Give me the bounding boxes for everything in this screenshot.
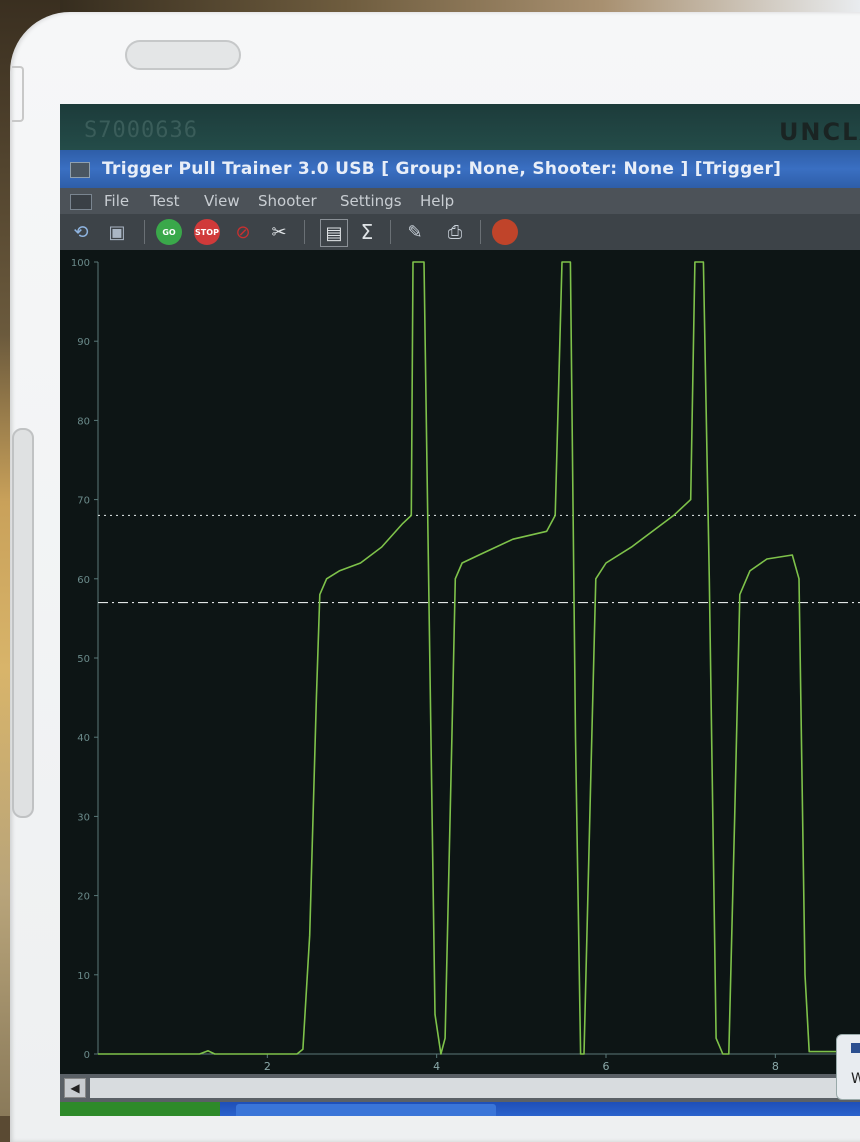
record-icon[interactable]: [492, 219, 518, 245]
classification-right: UNCLA: [778, 118, 860, 146]
menu-bar: File Test View Shooter Settings Help: [60, 188, 860, 214]
notification-popup[interactable]: W: [836, 1034, 860, 1100]
speaker-grille: [125, 40, 241, 70]
scroll-track[interactable]: [90, 1078, 860, 1098]
toolbar-separator: [304, 220, 305, 244]
cancel-icon[interactable]: ⊘: [230, 219, 256, 245]
go-icon[interactable]: GO: [156, 219, 182, 245]
y-tick-label: 40: [77, 733, 90, 744]
stop-icon[interactable]: STOP: [194, 219, 220, 245]
y-tick-label: 80: [77, 416, 90, 427]
x-tick-label: 4: [433, 1060, 440, 1073]
start-button[interactable]: [60, 1102, 220, 1116]
toolbar-separator: [144, 220, 145, 244]
window-icon: [851, 1043, 860, 1053]
y-tick-label: 70: [77, 496, 90, 507]
save-icon[interactable]: ▣: [104, 219, 130, 245]
laptop-screen: S7000636 UNCLA Trigger Pull Trainer 3.0 …: [60, 104, 860, 1116]
popup-label: W: [851, 1071, 860, 1087]
classification-banner: S7000636 UNCLA: [60, 104, 860, 150]
system-menu-icon[interactable]: [70, 194, 92, 210]
tools-icon[interactable]: ✂: [266, 219, 292, 245]
classification-left: S7000636: [84, 118, 198, 143]
horizontal-scrollbar[interactable]: ◀: [60, 1074, 860, 1102]
bezel-side-slot: [12, 428, 34, 818]
toolbar-separator: [390, 220, 391, 244]
y-tick-label: 60: [77, 575, 90, 586]
display-icon[interactable]: ▤: [320, 219, 348, 247]
y-tick-label: 20: [77, 892, 90, 903]
series-line: [98, 261, 860, 1055]
app-icon: [70, 162, 90, 178]
print-icon[interactable]: ⎙: [442, 219, 468, 245]
menu-settings[interactable]: Settings: [340, 192, 402, 210]
y-tick-label: 90: [77, 337, 90, 348]
y-tick-label: 30: [77, 812, 90, 823]
y-tick-label: 100: [71, 258, 90, 269]
open-icon[interactable]: ⟲: [68, 219, 94, 245]
sigma-icon[interactable]: Σ: [354, 219, 380, 245]
menu-test[interactable]: Test: [150, 192, 180, 210]
y-tick-label: 50: [77, 654, 90, 665]
toolbar: ⟲ ▣ GO STOP ⊘ ✂ ▤ Σ ✎ ⎙: [60, 214, 860, 251]
scroll-left-icon[interactable]: ◀: [64, 1078, 86, 1098]
menu-help[interactable]: Help: [420, 192, 454, 210]
window-title: Trigger Pull Trainer 3.0 USB [ Group: No…: [102, 159, 782, 179]
chat-icon[interactable]: ✎: [402, 219, 428, 245]
bezel-latch: [12, 66, 24, 122]
y-tick-label: 0: [84, 1050, 90, 1061]
menu-view[interactable]: View: [204, 192, 240, 210]
x-tick-label: 6: [603, 1060, 610, 1073]
taskbar-window-tab[interactable]: [236, 1104, 496, 1116]
x-tick-label: 8: [772, 1060, 779, 1073]
trigger-plot: 0 10 20 30 40 50 60 70 80 90 100 2 4 6 8: [60, 250, 860, 1074]
toolbar-separator: [480, 220, 481, 244]
trigger-chart: 0 10 20 30 40 50 60 70 80 90 100 2 4 6 8: [71, 258, 860, 1073]
window-titlebar[interactable]: Trigger Pull Trainer 3.0 USB [ Group: No…: [60, 150, 860, 188]
y-tick-label: 10: [77, 971, 90, 982]
menu-shooter[interactable]: Shooter: [258, 192, 317, 210]
taskbar: [60, 1102, 860, 1116]
x-tick-label: 2: [264, 1060, 271, 1073]
menu-file[interactable]: File: [104, 192, 129, 210]
